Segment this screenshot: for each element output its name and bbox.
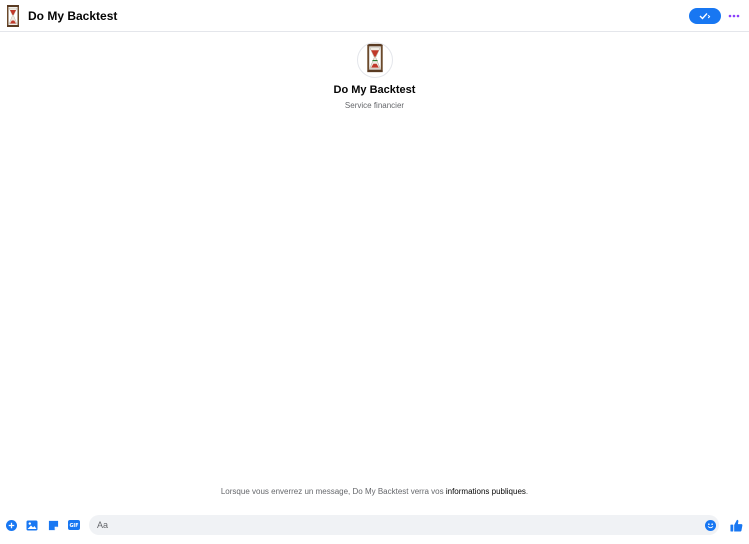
profile-name[interactable]: Do My Backtest (0, 84, 749, 96)
notice-text: Lorsque vous enverrez un message, Do My … (220, 487, 446, 496)
chat-header: Do My Backtest (0, 0, 749, 32)
message-input[interactable] (89, 515, 719, 535)
hourglass-icon[interactable] (4, 5, 22, 27)
more-dots-icon[interactable] (726, 8, 742, 24)
thumbs-up-icon[interactable] (729, 518, 743, 532)
gif-icon[interactable]: GIF (68, 519, 80, 531)
plus-icon[interactable] (5, 519, 17, 531)
profile-section: Do My Backtest Service financier (0, 42, 749, 110)
sticker-icon[interactable] (47, 519, 59, 531)
photo-icon[interactable] (26, 519, 38, 531)
profile-avatar[interactable] (356, 42, 393, 78)
verify-button[interactable] (689, 8, 721, 24)
hourglass-icon (366, 43, 384, 77)
profile-category: Service financier (344, 101, 405, 110)
emoji-icon[interactable] (704, 519, 716, 531)
check-icon (699, 7, 711, 25)
message-composer: GIF (0, 512, 749, 538)
privacy-notice: Lorsque vous enverrez un message, Do My … (0, 487, 749, 496)
svg-text:GIF: GIF (70, 523, 79, 529)
page-title[interactable]: Do My Backtest (28, 9, 117, 23)
notice-suffix: . (525, 487, 529, 496)
public-info-link[interactable]: informations publiques (446, 487, 526, 496)
